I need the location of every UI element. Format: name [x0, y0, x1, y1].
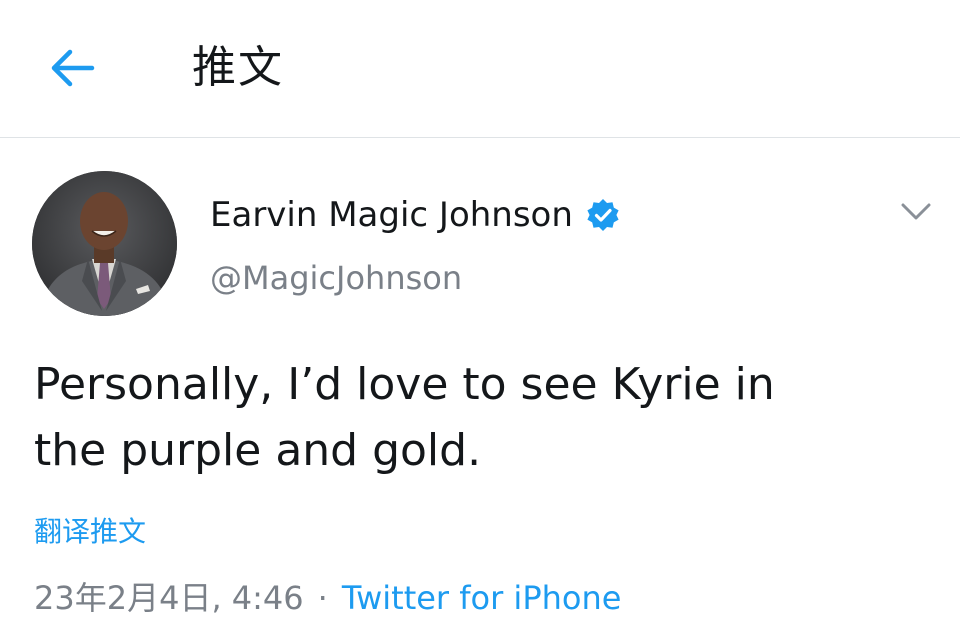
back-button[interactable] — [44, 40, 100, 96]
verified-badge-icon — [587, 199, 619, 231]
translate-tweet-link[interactable]: 翻译推文 — [34, 512, 146, 552]
author-name-text: Earvin Magic Johnson — [210, 195, 573, 235]
tweet-menu-button[interactable] — [896, 196, 936, 228]
chevron-down-icon — [901, 203, 931, 220]
tweet-detail-page: 推文 Earvin Magic Johnson @MagicJohnson Pe… — [0, 0, 960, 621]
profile-photo — [32, 171, 177, 316]
tweet-timestamp[interactable]: 23年2月4日, 4:46 — [34, 579, 304, 617]
author-handle[interactable]: @MagicJohnson — [210, 256, 462, 300]
top-bar: 推文 — [0, 0, 960, 138]
author-name[interactable]: Earvin Magic Johnson — [210, 192, 621, 238]
meta-separator: · — [317, 579, 328, 617]
tweet-meta: 23年2月4日, 4:46 · Twitter for iPhone — [34, 576, 621, 620]
page-title: 推文 — [192, 42, 284, 93]
tweet-text: Personally, I’d love to see Kyrie in the… — [34, 359, 775, 476]
tweet-source-link[interactable]: Twitter for iPhone — [342, 579, 622, 617]
arrow-left-icon — [51, 49, 95, 87]
avatar[interactable] — [32, 171, 177, 316]
